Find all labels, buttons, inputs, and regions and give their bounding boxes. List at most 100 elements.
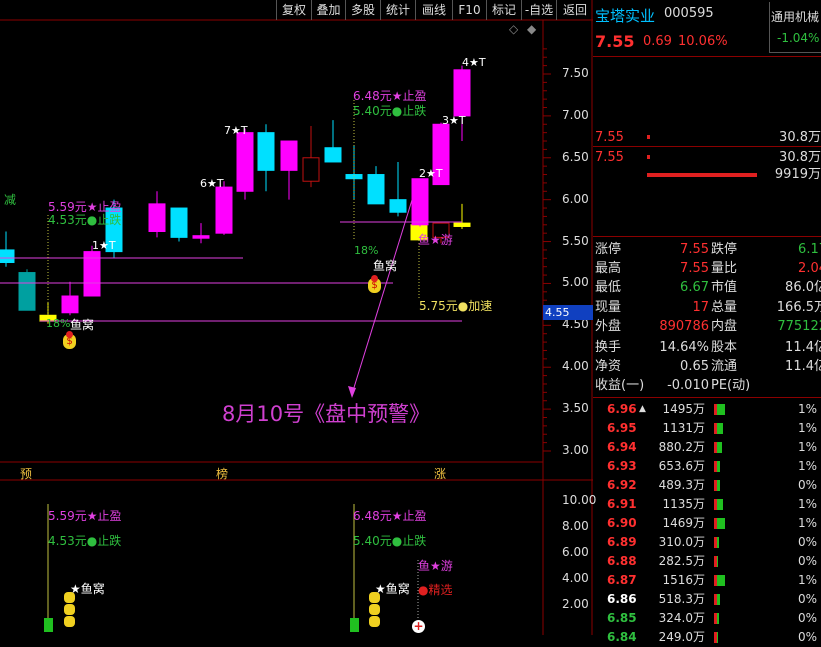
- money-bag-icon: [369, 616, 380, 627]
- t-label-2: 2★T: [419, 167, 443, 180]
- dist-bar-green: [717, 480, 720, 491]
- dist-pct: 1%: [797, 440, 817, 454]
- distribution-row: 6.92 489.3万 0%: [593, 476, 821, 495]
- candle-body: [367, 174, 385, 205]
- dist-price: 6.91: [607, 497, 637, 511]
- quote-label: 收益(一): [595, 378, 645, 393]
- dist-bar-green: [717, 499, 723, 510]
- axis-tick-label: 7.50: [562, 66, 589, 80]
- dist-volume: 249.0万: [658, 630, 705, 644]
- fish-nest-left: 鱼窝: [70, 318, 95, 332]
- chart-settings-icon[interactable]: ◇: [509, 22, 518, 36]
- quote-label: 股本: [711, 340, 738, 355]
- triangle-up-icon: ▲: [639, 404, 646, 414]
- distribution-row: 6.94 880.2万 1%: [593, 438, 821, 457]
- add-plus-icon[interactable]: +: [412, 620, 425, 633]
- candle-body: [148, 203, 166, 233]
- dist-bar-green: [717, 556, 719, 567]
- fish-pct-right: 18%: [354, 244, 379, 257]
- sub-axis-tick-label: 10.00: [562, 493, 597, 507]
- quote-value: 7.55: [680, 261, 709, 276]
- money-bag-icon: [64, 616, 75, 627]
- dist-price: 6.86: [607, 592, 637, 606]
- quote-label: 涨停: [595, 242, 622, 257]
- axis-tick-label: 5.50: [562, 233, 589, 248]
- quote-label: 换手: [595, 340, 622, 355]
- quote-row: 外盘 890786内盘 775122: [593, 317, 821, 336]
- chart-scroll-icon[interactable]: ◆: [527, 22, 536, 36]
- axis-tick-label: 3.00: [562, 443, 589, 457]
- quote-row: 收益(一)-0.010PE(动)-: [593, 376, 821, 395]
- toolbar-button-7[interactable]: -自选: [521, 0, 556, 20]
- indicator-bar: [44, 618, 53, 632]
- dist-price: 6.89: [607, 535, 637, 549]
- sub-left-sl: 4.53元●止跌: [48, 534, 122, 548]
- sub-axis-tick-label: 8.00: [562, 519, 589, 533]
- t-label-6: 6★T: [200, 177, 224, 190]
- dist-pct: 1%: [797, 459, 817, 473]
- distribution-row: 6.93 653.6万 1%: [593, 457, 821, 476]
- t-label-7: 7★T: [224, 124, 248, 137]
- price-change: 0.69: [643, 34, 672, 49]
- dist-price: 6.94: [607, 440, 637, 454]
- toolbar-button-8[interactable]: 返回: [556, 0, 593, 20]
- axis-tick-label: 6.00: [562, 191, 589, 206]
- dist-volume: 1135万: [662, 497, 705, 511]
- sub-right-fish: ★鱼窝: [375, 582, 410, 596]
- quote-label: PE(动): [711, 378, 751, 393]
- dist-pct: 1%: [797, 516, 817, 530]
- quote-label: 最高: [595, 261, 622, 276]
- toolbar-button-0[interactable]: 复权: [276, 0, 311, 20]
- dist-volume: 1516万: [662, 573, 705, 587]
- quote-row: 净资 0.65 流通 11.4亿: [593, 357, 821, 376]
- fish-marker-icon: [371, 275, 378, 282]
- axis-tick-label: 6.50: [562, 149, 589, 164]
- dist-volume: 1131万: [662, 421, 705, 435]
- sub-axis-tick-label: 2.00: [562, 597, 589, 611]
- sector-name[interactable]: 通用机械: [771, 8, 819, 25]
- distribution-row: 6.87 1516万 1%: [593, 571, 821, 590]
- dist-price: 6.95: [607, 421, 637, 435]
- quote-row: 涨停 7.55跌停 6.17: [593, 240, 821, 259]
- sub-right-sl: 5.40元●止跌: [353, 534, 427, 548]
- dist-bar-green: [717, 404, 725, 415]
- toolbar-button-4[interactable]: 画线: [415, 0, 452, 20]
- dist-pct: 0%: [797, 630, 817, 644]
- dist-bar-green: [717, 575, 725, 586]
- dist-volume: 518.3万: [658, 592, 705, 606]
- candle-body: [280, 140, 298, 171]
- sub-select: ●精选: [418, 583, 453, 597]
- sector-pct: -1.04%: [777, 31, 820, 45]
- money-bag-icon: [64, 604, 75, 615]
- t-label-3: 3★T: [442, 114, 466, 127]
- dist-bar-green: [717, 594, 720, 605]
- candle-body: [192, 235, 210, 239]
- candle-body: [18, 272, 36, 311]
- sub-fish-swim: 鱼★游: [418, 559, 453, 573]
- toolbar-button-1[interactable]: 叠加: [311, 0, 345, 20]
- toolbar-button-3[interactable]: 统计: [380, 0, 415, 20]
- ob-row-3: 9919万: [593, 165, 821, 184]
- alert-annotation: 8月10号《盘中预警》: [222, 402, 431, 426]
- quote-label: 现量: [595, 300, 622, 315]
- quote-value: 7.55: [680, 242, 709, 257]
- toolbar-button-6[interactable]: 标记: [486, 0, 521, 20]
- candle-body: [302, 157, 320, 182]
- quote-value: 6.67: [680, 280, 709, 295]
- axis-tick-label: 7.00: [562, 107, 589, 122]
- dist-volume: 310.0万: [658, 535, 705, 549]
- toolbar-button-5[interactable]: F10: [452, 0, 486, 20]
- quote-value: 17: [692, 300, 709, 315]
- quote-label: 市值: [711, 280, 738, 295]
- t-label-1: 1★T: [92, 239, 116, 252]
- sub-right-tp: 6.48元★止盈: [353, 509, 427, 523]
- accelerate-label: 5.75元●加速: [419, 299, 493, 313]
- fish-pct-left: 18%: [46, 317, 71, 330]
- dist-volume: 282.5万: [658, 554, 705, 568]
- quote-label: 净资: [595, 359, 622, 374]
- toolbar-button-2[interactable]: 多股: [345, 0, 380, 20]
- alert-arrowhead: [348, 386, 356, 398]
- quote-value: 14.64%: [659, 340, 709, 355]
- quote-label: 量比: [711, 261, 738, 276]
- distribution-row: 6.88 282.5万 0%: [593, 552, 821, 571]
